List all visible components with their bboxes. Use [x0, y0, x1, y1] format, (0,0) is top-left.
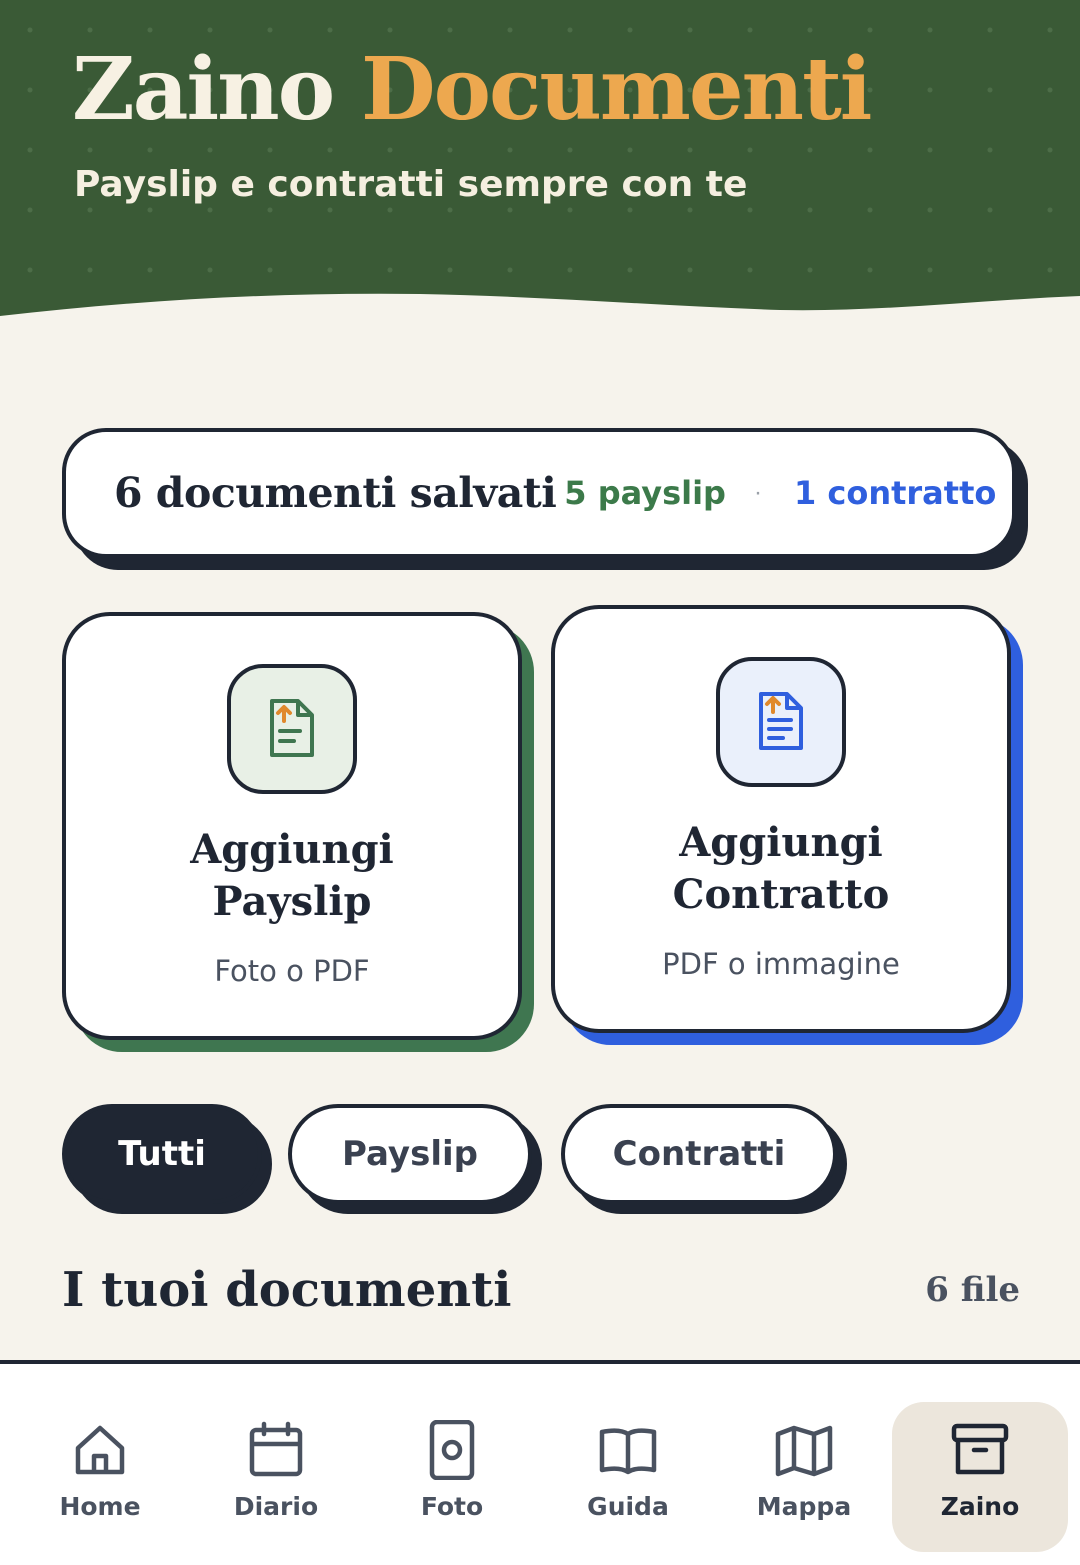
home-icon: [75, 1425, 125, 1475]
archive-icon: [951, 1423, 1009, 1475]
summary-payslip-count: 5 payslip: [564, 474, 726, 512]
nav-item-mappa[interactable]: Mappa: [716, 1402, 892, 1552]
map-icon: [775, 1425, 833, 1477]
camera-icon: [429, 1420, 475, 1480]
bottom-nav: Home Diario Foto Guida Mappa Zaino: [0, 1360, 1080, 1565]
documents-count: 6 file: [925, 1270, 1020, 1310]
nav-item-zaino[interactable]: Zaino: [892, 1402, 1068, 1552]
nav-item-diario[interactable]: Diario: [188, 1402, 364, 1552]
summary-contract-count: 1 contratto: [793, 474, 997, 512]
nav-label-diario: Diario: [233, 1492, 319, 1521]
documents-section-title: I tuoi documenti: [62, 1262, 512, 1318]
calendar-icon: [249, 1421, 303, 1477]
hero-header: Zaino Documenti Payslip e contratti semp…: [0, 0, 1080, 330]
add-contract-title-line1: Aggiungi: [679, 819, 883, 866]
nav-label-home: Home: [59, 1492, 141, 1521]
add-contract-title: Aggiungi Contratto: [555, 817, 1007, 921]
nav-label-foto: Foto: [420, 1492, 484, 1521]
summary-card: 6 documenti salvati 5 payslip · 1 contra…: [62, 428, 1016, 558]
title-word-zaino: Zaino: [72, 39, 335, 140]
nav-item-home[interactable]: Home: [12, 1402, 188, 1552]
add-payslip-button[interactable]: Aggiungi Payslip Foto o PDF: [62, 612, 522, 1040]
add-payslip-subtitle: Foto o PDF: [214, 954, 370, 988]
add-contract-title-line2: Contratto: [672, 871, 890, 918]
add-payslip-title-line1: Aggiungi: [190, 826, 394, 873]
add-payslip-title-line2: Payslip: [212, 878, 372, 925]
nav-label-guida: Guida: [587, 1492, 669, 1521]
document-upload-icon: [759, 692, 803, 750]
document-upload-icon: [270, 699, 314, 757]
add-contract-subtitle: PDF o immagine: [662, 947, 900, 981]
nav-item-foto[interactable]: Foto: [364, 1402, 540, 1552]
page-subtitle: Payslip e contratti sempre con te: [74, 164, 748, 205]
nav-item-guida[interactable]: Guida: [540, 1402, 716, 1552]
payslip-icon-box: [227, 664, 357, 794]
page: Zaino Documenti Payslip e contratti semp…: [0, 0, 1080, 1565]
summary-total: 6 documenti salvati: [114, 469, 557, 517]
filter-contratti[interactable]: Contratti: [561, 1104, 837, 1204]
book-icon: [599, 1428, 657, 1475]
filter-tutti[interactable]: Tutti: [62, 1104, 262, 1204]
contract-icon-box: [716, 657, 846, 787]
add-contract-button[interactable]: Aggiungi Contratto PDF o immagine: [551, 605, 1011, 1033]
page-title: Zaino Documenti: [72, 39, 872, 140]
add-payslip-title: Aggiungi Payslip: [66, 824, 518, 928]
nav-label-zaino: Zaino: [940, 1492, 1020, 1521]
filter-payslip[interactable]: Payslip: [288, 1104, 532, 1204]
title-word-documenti: Documenti: [361, 39, 872, 140]
nav-label-mappa: Mappa: [756, 1492, 852, 1521]
summary-separator: ·: [753, 479, 762, 506]
